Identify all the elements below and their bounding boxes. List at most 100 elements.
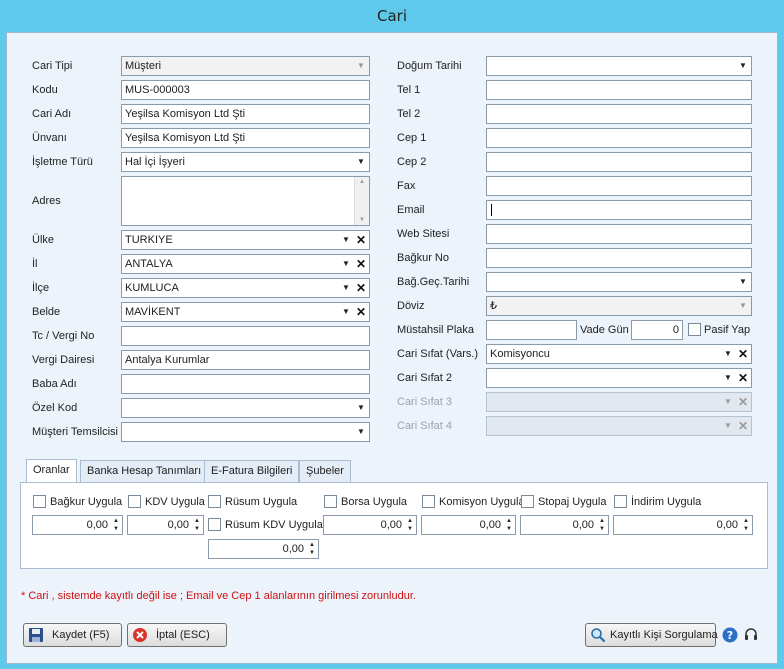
adres-textarea[interactable]: ▲ ▼ xyxy=(121,176,370,226)
clear-icon[interactable]: ✕ xyxy=(355,303,367,321)
doviz-label: Döviz xyxy=(397,300,425,312)
clear-icon[interactable]: ✕ xyxy=(355,255,367,273)
ulke-select[interactable]: TURKIYE ▼ ✕ xyxy=(121,230,370,250)
spin-updown-icon[interactable]: ▲ ▼ xyxy=(505,517,513,533)
tel2-input[interactable] xyxy=(486,104,752,124)
bag-gec-tarihi-select[interactable]: ▼ xyxy=(486,272,752,292)
stopaj-checkbox[interactable] xyxy=(521,495,534,508)
clear-icon[interactable]: ✕ xyxy=(737,345,749,363)
spin-updown-icon[interactable]: ▲ ▼ xyxy=(598,517,606,533)
search-icon xyxy=(591,628,606,643)
cari-adi-input[interactable]: Yeşilsa Komisyon Ltd Şti xyxy=(121,104,370,124)
doviz-select[interactable]: ₺ ▼ xyxy=(486,296,752,316)
spin-updown-icon[interactable]: ▲ ▼ xyxy=(112,517,120,533)
rusum-kdv-checkbox[interactable] xyxy=(208,518,221,531)
borsa-value: 0,00 xyxy=(380,519,402,531)
cep2-label: Cep 2 xyxy=(397,156,427,168)
ozel-kod-select[interactable]: ▼ xyxy=(121,398,370,418)
kodu-label: Kodu xyxy=(32,84,58,96)
rusum-checkbox[interactable] xyxy=(208,495,221,508)
headset-icon[interactable] xyxy=(743,627,759,643)
sorgula-label: Kayıtlı Kişi Sorgulama xyxy=(610,629,718,641)
indirim-checkbox[interactable] xyxy=(614,495,627,508)
kdv-checkbox[interactable] xyxy=(128,495,141,508)
fax-input[interactable] xyxy=(486,176,752,196)
chevron-down-icon[interactable]: ▼ xyxy=(341,231,351,249)
iptal-button[interactable]: İptal (ESC) xyxy=(127,623,227,647)
borsa-spin[interactable]: 0,00 ▲ ▼ xyxy=(323,515,417,535)
tab-banka-hesap[interactable]: Banka Hesap Tanımları xyxy=(80,460,209,482)
vergi-dairesi-input[interactable]: Antalya Kurumlar xyxy=(121,350,370,370)
chevron-down-icon[interactable]: ▼ xyxy=(723,369,733,387)
musteri-temsilcisi-label: Müşteri Temsilcisi xyxy=(32,426,118,438)
dogum-tarihi-select[interactable]: ▼ xyxy=(486,56,752,76)
unvani-input[interactable]: Yeşilsa Komisyon Ltd Şti xyxy=(121,128,370,148)
spin-updown-icon[interactable]: ▲ ▼ xyxy=(406,517,414,533)
vergi-dairesi-label: Vergi Dairesi xyxy=(32,354,95,366)
rusum-kdv-spin[interactable]: 0,00 ▲ ▼ xyxy=(208,539,319,559)
kdv-spin[interactable]: 0,00 ▲ ▼ xyxy=(127,515,204,535)
adres-scrollbar[interactable]: ▲ ▼ xyxy=(354,177,369,225)
clear-icon[interactable]: ✕ xyxy=(355,279,367,297)
cep2-input[interactable] xyxy=(486,152,752,172)
indirim-spin[interactable]: 0,00 ▲ ▼ xyxy=(613,515,753,535)
spin-updown-icon[interactable]: ▲ ▼ xyxy=(742,517,750,533)
kayitli-kisi-sorgulama-button[interactable]: Kayıtlı Kişi Sorgulama xyxy=(585,623,718,647)
form-body: Cari Tipi Müşteri ▼ Kodu MUS-000003 Cari … xyxy=(6,32,778,664)
cari-sifat-vars-select[interactable]: Komisyoncu ▼ ✕ xyxy=(486,344,752,364)
kodu-input[interactable]: MUS-000003 xyxy=(121,80,370,100)
chevron-down-icon[interactable]: ▼ xyxy=(341,303,351,321)
baba-adi-label: Baba Adı xyxy=(32,378,77,390)
scroll-up-icon[interactable]: ▲ xyxy=(355,177,369,187)
mustahsil-plaka-input[interactable] xyxy=(486,320,577,340)
ilce-select[interactable]: KUMLUCA ▼ ✕ xyxy=(121,278,370,298)
tc-vergi-input[interactable] xyxy=(121,326,370,346)
cari-sifat2-select[interactable]: ▼ ✕ xyxy=(486,368,752,388)
web-sitesi-input[interactable] xyxy=(486,224,752,244)
tab-oranlar[interactable]: Oranlar xyxy=(26,459,77,483)
tel1-input[interactable] xyxy=(486,80,752,100)
cep1-input[interactable] xyxy=(486,128,752,148)
bagkur-no-input[interactable] xyxy=(486,248,752,268)
borsa-checkbox[interactable] xyxy=(324,495,337,508)
clear-icon[interactable]: ✕ xyxy=(737,369,749,387)
ozel-kod-label: Özel Kod xyxy=(32,402,78,414)
tab-subeler[interactable]: Şubeler xyxy=(299,460,351,482)
help-icon[interactable]: ? xyxy=(722,627,738,643)
kaydet-button[interactable]: Kaydet (F5) xyxy=(23,623,122,647)
belde-select[interactable]: MAVİKENT ▼ ✕ xyxy=(121,302,370,322)
fax-label: Fax xyxy=(397,180,416,192)
clear-icon[interactable]: ✕ xyxy=(355,231,367,249)
indirim-label: İndirim Uygula xyxy=(631,496,702,508)
komisyon-spin[interactable]: 0,00 ▲ ▼ xyxy=(421,515,516,535)
stopaj-spin[interactable]: 0,00 ▲ ▼ xyxy=(520,515,609,535)
cari-tipi-select[interactable]: Müşteri ▼ xyxy=(121,56,370,76)
pasif-yap-checkbox[interactable] xyxy=(688,323,701,336)
musteri-temsilcisi-select[interactable]: ▼ xyxy=(121,422,370,442)
bagkur-checkbox[interactable] xyxy=(33,495,46,508)
chevron-down-icon: ▼ xyxy=(357,427,365,436)
scroll-down-icon[interactable]: ▼ xyxy=(355,215,369,225)
cari-sifat4-select: ▼ ✕ xyxy=(486,416,752,436)
bag-gec-tarihi-label: Bağ.Geç.Tarihi xyxy=(397,276,470,288)
borsa-label: Borsa Uygula xyxy=(341,496,408,508)
bagkur-spin[interactable]: 0,00 ▲ ▼ xyxy=(32,515,123,535)
il-value: ANTALYA xyxy=(125,258,173,270)
isletme-turu-select[interactable]: Hal İçi İşyeri ▼ xyxy=(121,152,370,172)
spin-updown-icon[interactable]: ▲ ▼ xyxy=(308,541,316,557)
adres-label: Adres xyxy=(32,195,61,207)
komisyon-checkbox[interactable] xyxy=(422,495,435,508)
cari-sifat-vars-label: Cari Sıfat (Vars.) xyxy=(397,348,479,360)
tab-e-fatura[interactable]: E-Fatura Bilgileri xyxy=(204,460,300,482)
baba-adi-input[interactable] xyxy=(121,374,370,394)
chevron-down-icon[interactable]: ▼ xyxy=(723,345,733,363)
belde-label: Belde xyxy=(32,306,61,318)
chevron-down-icon: ▼ xyxy=(357,157,365,166)
spin-updown-icon[interactable]: ▲ ▼ xyxy=(193,517,201,533)
vade-gun-input[interactable]: 0 xyxy=(631,320,683,340)
cari-sifat-vars-value: Komisyoncu xyxy=(490,348,550,360)
chevron-down-icon[interactable]: ▼ xyxy=(341,279,351,297)
chevron-down-icon[interactable]: ▼ xyxy=(341,255,351,273)
il-select[interactable]: ANTALYA ▼ ✕ xyxy=(121,254,370,274)
email-input[interactable] xyxy=(486,200,752,220)
